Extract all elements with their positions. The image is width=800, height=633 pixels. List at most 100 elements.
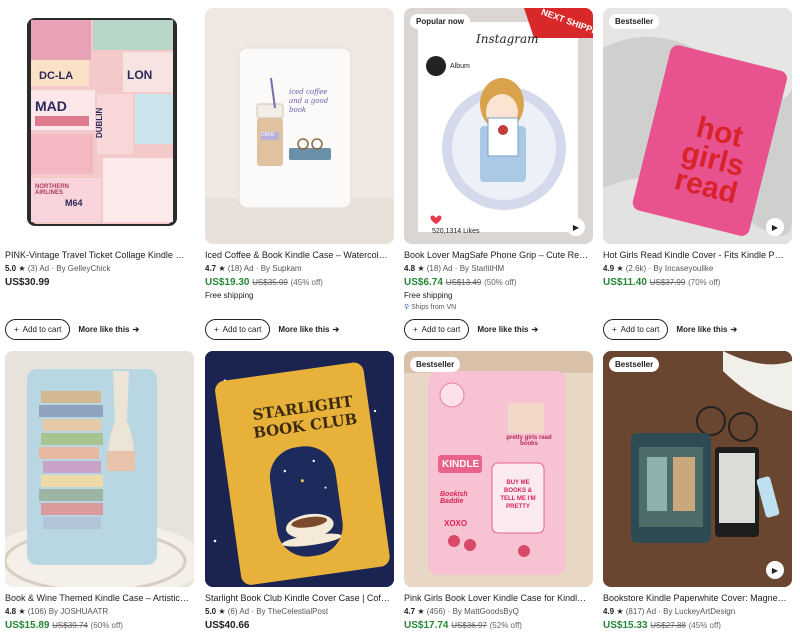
review-count: (817) bbox=[625, 607, 645, 616]
seller-name[interactable]: By MattGoodsByQ bbox=[453, 607, 519, 616]
seller-name[interactable]: By GelleyChick bbox=[56, 264, 110, 273]
ad-label: Ad bbox=[243, 264, 254, 273]
album-label: Album bbox=[450, 63, 470, 70]
product-image[interactable]: Bestseller ▶ bbox=[603, 351, 792, 587]
seller-name[interactable]: By LuckeyArtDesign bbox=[663, 607, 735, 616]
review-count: (2.6k) bbox=[625, 264, 647, 273]
sale-price: US$19.30 bbox=[205, 277, 250, 288]
product-image[interactable]: Instagram Album 520,1314 Likes NEXT SHIP… bbox=[404, 8, 593, 244]
ad-label: Ad bbox=[39, 264, 50, 273]
product-title[interactable]: Iced Coffee & Book Kindle Case – Waterco… bbox=[205, 250, 390, 260]
review-count: (3) bbox=[27, 264, 38, 273]
star-icon: ★ bbox=[218, 607, 226, 616]
add-to-cart-button[interactable]: + Add to cart bbox=[404, 319, 470, 340]
product-title[interactable]: Pink Girls Book Lover Kindle Case for Ki… bbox=[404, 593, 589, 603]
bestseller-badge: Bestseller bbox=[410, 357, 461, 372]
product-title[interactable]: Hot Girls Read Kindle Cover - Fits Kindl… bbox=[603, 250, 788, 260]
arrow-right-icon: ➔ bbox=[332, 325, 340, 334]
add-to-cart-label: Add to cart bbox=[222, 325, 262, 334]
product-image[interactable]: STARLIGHT BOOK CLUB bbox=[205, 351, 394, 587]
play-video-icon[interactable]: ▶ bbox=[766, 218, 784, 236]
sale-price: US$15.33 bbox=[603, 620, 648, 631]
sticker-pretty-girls: pretty girls read books bbox=[506, 435, 552, 447]
more-like-this-label: More like this bbox=[477, 325, 529, 334]
rating-value: 4.9 bbox=[603, 264, 615, 273]
more-like-this-link[interactable]: More like this ➔ bbox=[278, 325, 339, 334]
add-to-cart-button[interactable]: + Add to cart bbox=[603, 319, 669, 340]
review-count: (18) bbox=[426, 264, 441, 273]
product-image[interactable]: DC-LA LON MAD DUBLIN NORTHERN AIRLINES M… bbox=[5, 8, 194, 244]
discount: (52% off) bbox=[489, 621, 522, 630]
product-card[interactable]: pretty girls read books KINDLE BUY ME BO… bbox=[404, 351, 593, 631]
discount: (60% off) bbox=[90, 621, 123, 630]
product-title[interactable]: Bookstore Kindle Paperwhite Cover: Magne… bbox=[603, 593, 788, 603]
more-like-this-link[interactable]: More like this ➔ bbox=[676, 325, 737, 334]
ticket-text-m64: M64 bbox=[65, 198, 83, 208]
product-card[interactable]: hot girls read Bestseller ▶ Hot Girls Re… bbox=[603, 8, 792, 340]
card-actions: + Add to cart More like this ➔ bbox=[404, 319, 538, 340]
arrow-right-icon: ➔ bbox=[730, 325, 738, 334]
price: US$15.89 US$39.74 (60% off) bbox=[5, 620, 194, 631]
price: US$30.99 bbox=[5, 277, 50, 288]
product-artwork bbox=[205, 8, 394, 244]
product-card[interactable]: Instagram Album 520,1314 Likes NEXT SHIP… bbox=[404, 8, 593, 340]
sale-price: US$11.40 bbox=[603, 277, 647, 288]
star-icon: ★ bbox=[218, 264, 226, 273]
ad-label: Ad bbox=[442, 264, 453, 273]
product-artwork bbox=[205, 351, 394, 587]
product-meta: 4.7 ★ (18) Ad · By Supkam bbox=[205, 264, 302, 273]
seller-name[interactable]: By StarlitHM bbox=[460, 264, 504, 273]
discount: (45% off) bbox=[290, 278, 323, 287]
product-card[interactable]: Bestseller ▶ Bookstore Kindle Paperwhite… bbox=[603, 351, 792, 631]
sticker-xoxo: XOXO bbox=[444, 519, 468, 528]
ticket-text-mad: MAD bbox=[35, 98, 67, 114]
product-card[interactable]: STARLIGHT BOOK CLUB Starlight Book Club … bbox=[205, 351, 394, 631]
product-image[interactable]: pretty girls read books KINDLE BUY ME BO… bbox=[404, 351, 593, 587]
product-artwork bbox=[5, 351, 194, 587]
product-artwork bbox=[603, 351, 792, 587]
rating-value: 5.0 bbox=[5, 264, 17, 273]
rating-value: 4.7 bbox=[205, 264, 217, 273]
more-like-this-link[interactable]: More like this ➔ bbox=[78, 325, 139, 334]
product-card[interactable]: DC-LA LON MAD DUBLIN NORTHERN AIRLINES M… bbox=[5, 8, 194, 340]
product-card[interactable]: iced coffee and a good book CAFE Iced Co… bbox=[205, 8, 394, 340]
product-title[interactable]: PINK-Vintage Travel Ticket Collage Kindl… bbox=[5, 250, 190, 260]
seller-name[interactable]: By JOSHUAATR bbox=[49, 607, 108, 616]
product-card[interactable]: Book & Wine Themed Kindle Case – Artisti… bbox=[5, 351, 194, 631]
card-actions: + Add to cart More like this ➔ bbox=[205, 319, 339, 340]
star-icon: ★ bbox=[417, 264, 425, 273]
free-shipping: Free shipping bbox=[404, 291, 453, 300]
product-title[interactable]: Starlight Book Club Kindle Cover Case | … bbox=[205, 593, 390, 603]
add-to-cart-label: Add to cart bbox=[620, 325, 660, 334]
original-price: US$35.09 bbox=[252, 278, 288, 287]
original-price: US$37.99 bbox=[649, 278, 686, 287]
product-image[interactable]: hot girls read Bestseller ▶ bbox=[603, 8, 792, 244]
plus-icon: + bbox=[413, 325, 418, 334]
play-video-icon[interactable]: ▶ bbox=[766, 561, 784, 579]
product-title[interactable]: Book Lover MagSafe Phone Grip – Cute Rea… bbox=[404, 250, 589, 260]
add-to-cart-button[interactable]: + Add to cart bbox=[5, 319, 71, 340]
product-image[interactable] bbox=[5, 351, 194, 587]
rating-value: 4.7 bbox=[404, 607, 416, 616]
play-video-icon[interactable]: ▶ bbox=[567, 218, 585, 236]
ad-label: Ad bbox=[646, 607, 657, 616]
seller-name[interactable]: By Incaseyoulike bbox=[653, 264, 713, 273]
rating-value: 4.8 bbox=[404, 264, 416, 273]
seller-name[interactable]: By TheCelestialPost bbox=[256, 607, 328, 616]
more-like-this-link[interactable]: More like this ➔ bbox=[477, 325, 538, 334]
likes-count: 520,1314 Likes bbox=[432, 228, 480, 235]
product-meta: 5.0 ★ (3) Ad · By GelleyChick bbox=[5, 264, 111, 273]
price: US$6.74 US$13.49 (50% off) bbox=[404, 277, 593, 288]
review-count: (106) bbox=[27, 607, 47, 616]
ships-from-label: Ships from VN bbox=[411, 304, 457, 311]
discount: (50% off) bbox=[484, 278, 517, 287]
product-meta: 4.8 ★ (18) Ad · By StarlitHM bbox=[404, 264, 505, 273]
product-image[interactable]: iced coffee and a good book CAFE bbox=[205, 8, 394, 244]
add-to-cart-label: Add to cart bbox=[22, 325, 62, 334]
rating-value: 4.8 bbox=[5, 607, 17, 616]
review-count: (6) bbox=[227, 607, 238, 616]
product-title[interactable]: Book & Wine Themed Kindle Case – Artisti… bbox=[5, 593, 190, 603]
add-to-cart-button[interactable]: + Add to cart bbox=[205, 319, 271, 340]
seller-name[interactable]: By Supkam bbox=[261, 264, 302, 273]
arrow-right-icon: ➔ bbox=[132, 325, 140, 334]
